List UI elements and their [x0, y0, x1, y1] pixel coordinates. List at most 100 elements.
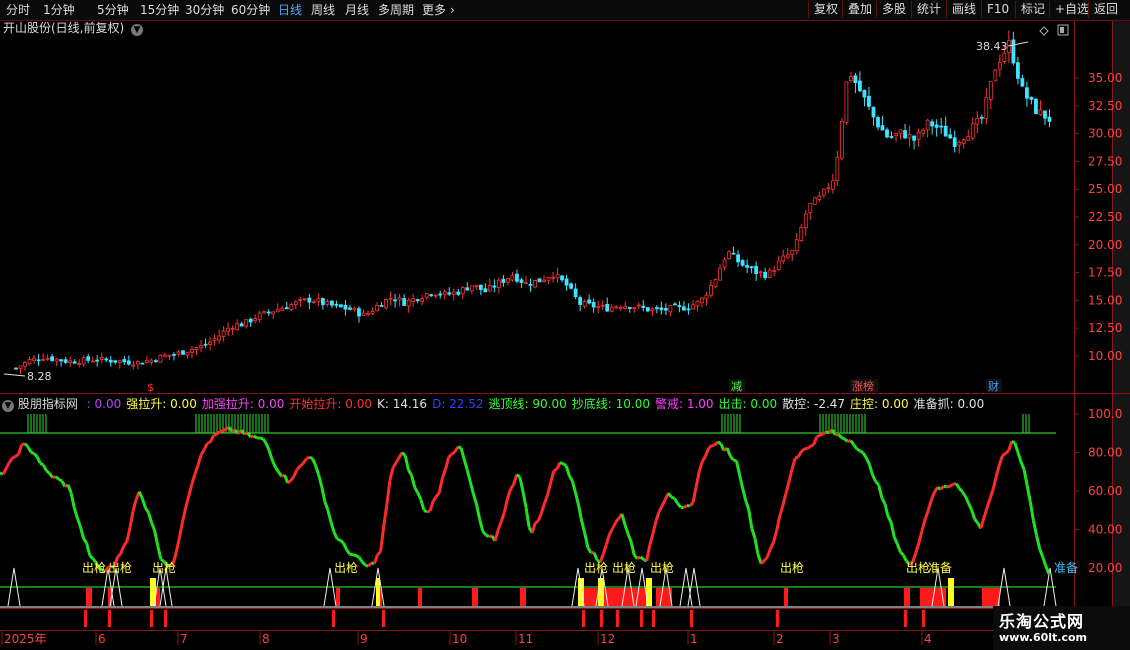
- kdj-segment: [153, 530, 160, 547]
- kdj-segment: [871, 474, 877, 483]
- candle-body: [72, 361, 77, 364]
- kdj-segment: [580, 520, 587, 534]
- kdj-segment: [441, 468, 447, 479]
- candle-body: [248, 318, 253, 323]
- period-monthly[interactable]: 月线: [345, 2, 369, 18]
- kdj-segment: [583, 533, 590, 548]
- period-15min[interactable]: 15分钟: [140, 2, 179, 18]
- kdj-segment: [11, 455, 17, 460]
- kdj-segment: [781, 493, 788, 507]
- candle-body: [614, 306, 619, 309]
- kdj-segment: [670, 495, 676, 500]
- kdj-segment: [973, 518, 979, 524]
- period-more[interactable]: 更多: [422, 2, 446, 18]
- kdj-segment: [462, 458, 469, 471]
- candle-body: [695, 300, 700, 307]
- lower-signal-bar: [332, 610, 335, 627]
- period-daily[interactable]: 日线: [278, 2, 302, 18]
- candle-body: [63, 359, 68, 363]
- kdj-segment: [849, 439, 856, 446]
- kdj-segment: [85, 542, 92, 556]
- period-multi[interactable]: 多周期: [378, 2, 414, 18]
- mark-button[interactable]: 标记: [1015, 1, 1050, 18]
- candle-body: [352, 307, 357, 311]
- candle-body: [686, 308, 691, 311]
- candle-body: [144, 360, 149, 363]
- kdj-segment: [991, 475, 998, 490]
- restore-rights-button[interactable]: 复权: [808, 1, 843, 18]
- candle-body: [871, 106, 876, 118]
- candle-body: [104, 358, 109, 361]
- kdj-segment: [1044, 565, 1051, 575]
- kdj-segment: [468, 481, 475, 495]
- kdj-segment: [521, 490, 528, 508]
- candle-body: [487, 285, 492, 292]
- candle-body: [515, 273, 519, 282]
- draw-line-button[interactable]: 画线: [946, 1, 981, 18]
- price-tick-label: 35.00: [1088, 71, 1122, 85]
- kdj-segment: [407, 469, 413, 476]
- kdj-segment: [394, 456, 401, 464]
- period-weekly[interactable]: 周线: [311, 2, 335, 18]
- overlay-button[interactable]: 叠加: [842, 1, 877, 18]
- candle-body: [158, 354, 163, 363]
- candle-body: [456, 291, 461, 295]
- candle-body: [257, 312, 262, 321]
- kdj-segment: [199, 448, 206, 456]
- event-marker: 减: [731, 380, 742, 393]
- kdj-segment: [88, 554, 94, 560]
- lower-signal-bar: [652, 610, 655, 627]
- candle-body: [1034, 98, 1038, 115]
- period-5min[interactable]: 5分钟: [97, 2, 129, 18]
- candle-body: [979, 116, 984, 119]
- candle-body: [411, 298, 416, 302]
- candle-body: [618, 306, 623, 309]
- kdj-segment: [144, 506, 150, 514]
- kdj-segment: [413, 486, 420, 494]
- candle-body: [36, 359, 41, 362]
- statistics-button[interactable]: 统计: [911, 1, 946, 18]
- period-60min[interactable]: 60分钟: [231, 2, 270, 18]
- kdj-segment: [657, 505, 664, 513]
- candle-body: [203, 343, 208, 346]
- kdj-segment: [314, 465, 321, 476]
- chevron-down-icon[interactable]: ▼: [2, 400, 14, 412]
- signal-label: 出枪: [584, 560, 608, 575]
- candle-body: [718, 268, 722, 281]
- candle-body: [496, 279, 501, 288]
- time-label: 2: [776, 632, 784, 646]
- lower-signal-bar: [150, 610, 153, 627]
- signal-label: 出枪: [650, 560, 674, 575]
- candle-body: [253, 318, 258, 322]
- candle-body: [650, 308, 655, 311]
- candle-body: [785, 254, 790, 258]
- kdj-segment: [137, 491, 144, 500]
- multi-stock-button[interactable]: 多股: [876, 1, 911, 18]
- period-minute[interactable]: 分时: [6, 2, 30, 18]
- candle-body: [772, 269, 777, 272]
- kdj-segment: [311, 458, 317, 467]
- candle-body: [546, 277, 551, 281]
- candle-body: [185, 351, 190, 356]
- f10-button[interactable]: F10: [981, 1, 1014, 18]
- kdj-segment: [933, 486, 939, 493]
- period-30min[interactable]: 30分钟: [185, 2, 224, 18]
- kdj-segment: [222, 427, 227, 433]
- candle-body: [433, 294, 438, 297]
- lower-signal-bar: [382, 610, 385, 627]
- back-button[interactable]: 返回: [1088, 1, 1123, 18]
- kdj-segment: [509, 483, 515, 491]
- period-1min[interactable]: 1分钟: [43, 2, 75, 18]
- kdj-segment: [202, 442, 209, 451]
- kdj-segment: [426, 509, 431, 514]
- kdj-segment: [949, 482, 954, 488]
- chevron-right-icon[interactable]: ›: [450, 2, 455, 18]
- kline-chart[interactable]: 35.00 32.50 30.00 27.50 25.00 22.50 20.00 17.50…: [0, 21, 1130, 650]
- kdj-segment: [586, 546, 593, 554]
- kdj-segment: [747, 509, 754, 529]
- diamond-icon[interactable]: [1039, 26, 1049, 36]
- indicator-value-1: 强拉升: 0.00: [126, 397, 197, 411]
- kdj-segment: [302, 458, 308, 465]
- kdj-segment: [852, 444, 859, 451]
- candle-body: [275, 309, 280, 313]
